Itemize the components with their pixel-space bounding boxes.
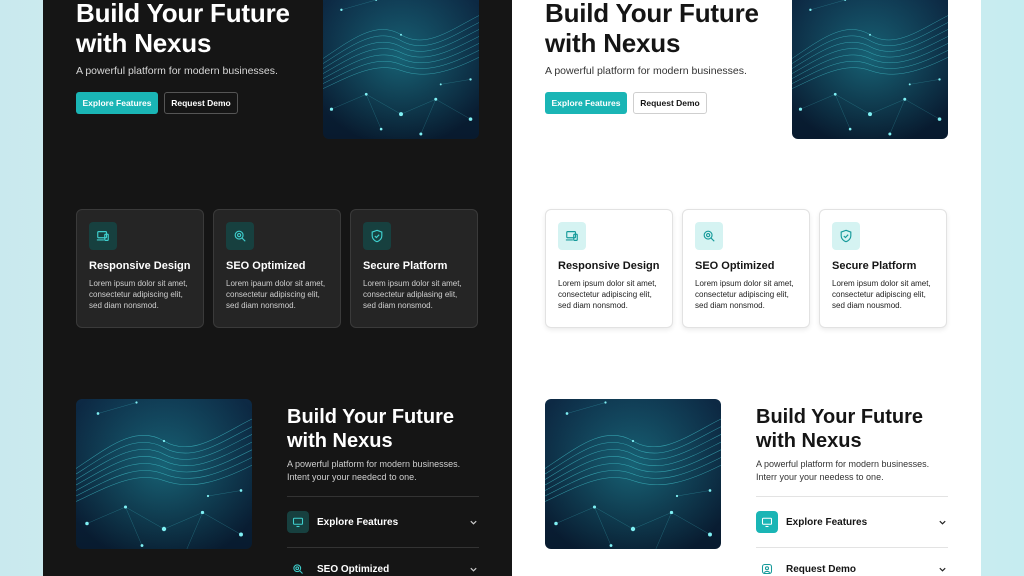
section-title-line2: with Nexus — [287, 430, 393, 452]
search-icon — [226, 222, 254, 250]
feature-card-title: SEO Optimized — [226, 260, 306, 272]
laptop-icon — [89, 222, 117, 250]
feature-card-title: Responsive Design — [558, 260, 660, 272]
accordion-item-seo-optimized[interactable]: SEO Optimized — [287, 557, 479, 576]
feature-card-text: Lorem ipsum dolor sit amet, consectetur … — [89, 279, 188, 310]
chevron-down-icon[interactable] — [936, 516, 948, 528]
feature-card-seo-optimized: SEO Optimized Lorem ipaum dolor sit amet… — [213, 209, 341, 328]
section-title-line1: Build Your Future — [756, 406, 924, 428]
section-network-image — [76, 399, 252, 549]
chevron-down-icon[interactable] — [467, 563, 479, 575]
section-network-image — [545, 399, 721, 549]
section-title-line1: Build Your Future — [287, 406, 455, 428]
user-icon — [756, 558, 778, 576]
feature-card-title: Secure Platform — [363, 260, 448, 272]
monitor-icon — [287, 511, 309, 533]
search-icon — [287, 558, 309, 576]
explore-features-button[interactable]: Explore Features — [545, 92, 627, 114]
accordion-label: Request Demo — [786, 563, 857, 575]
feature-card-text: Lorem ipsum dolor sit amet, consectetur … — [363, 279, 462, 310]
accordion-label: Explore Features — [317, 516, 399, 528]
chevron-down-icon[interactable] — [936, 563, 948, 575]
feature-card-secure-platform: Secure Platform Lorem ipsum dolor sit am… — [819, 209, 947, 328]
feature-card-text: Lorem ipsum dolor sit amet, consectetur … — [558, 279, 657, 310]
feature-card-text: Lorem ipaum dolor sit amet, consectetur … — [226, 279, 326, 310]
hero-title-line1: Build Your Future — [545, 0, 759, 28]
section-title-line2: with Nexus — [756, 430, 862, 452]
feature-card-responsive-design: Responsive Design Lorem ipsum dolor sit … — [76, 209, 204, 328]
divider — [287, 547, 479, 548]
chevron-down-icon[interactable] — [467, 516, 479, 528]
feature-card-text: Lorem ipsum dolor sit amet, consectetur … — [832, 279, 931, 310]
feature-card-title: SEO Optimized — [695, 260, 775, 272]
section-subtitle-line2: Intent your your needecd to one. — [287, 472, 417, 482]
hero-subtitle: A powerful platform for modern businesse… — [76, 65, 278, 77]
hero-subtitle: A powerful platform for modern businesse… — [545, 65, 747, 77]
search-icon — [695, 222, 723, 250]
section-subtitle: A powerful platform for modern businesse… — [756, 458, 956, 484]
laptop-icon — [558, 222, 586, 250]
hero-title: Build Your Future with Nexus — [76, 0, 290, 58]
accordion-item-explore-features[interactable]: Explore Features — [287, 510, 479, 534]
section-subtitle: A powerful platform for modern businesse… — [287, 458, 487, 484]
hero-title-line2: with Nexus — [545, 28, 681, 58]
section-subtitle-line1: A powerful platform for modern businesse… — [756, 459, 930, 469]
feature-card-seo-optimized: SEO Optimized Lorem ipsum dolor sit amet… — [682, 209, 810, 328]
section-subtitle-line1: A powerful platform for modern businesse… — [287, 459, 461, 469]
section-title: Build Your Future with Nexus — [287, 405, 454, 453]
light-theme-preview: Build Your Future with Nexus A powerful … — [512, 0, 981, 576]
accordion-item-explore-features[interactable]: Explore Features — [756, 510, 948, 534]
hero-title-line1: Build Your Future — [76, 0, 290, 28]
divider — [287, 496, 479, 497]
accordion-label: SEO Optimized — [317, 563, 390, 575]
accordion-item-request-demo[interactable]: Request Demo — [756, 557, 948, 576]
feature-card-secure-platform: Secure Platform Lorem ipsum dolor sit am… — [350, 209, 478, 328]
shield-check-icon — [832, 222, 860, 250]
divider — [756, 496, 948, 497]
feature-card-text: Lorem ipsum dolor sit amet, consectetur … — [695, 279, 794, 310]
feature-card-title: Responsive Design — [89, 260, 191, 272]
accordion-label: Explore Features — [786, 516, 868, 528]
explore-features-button[interactable]: Explore Features — [76, 92, 158, 114]
hero-title: Build Your Future with Nexus — [545, 0, 759, 58]
section-subtitle-line2: Interr your your needess to one. — [756, 472, 884, 482]
section-title: Build Your Future with Nexus — [756, 405, 923, 453]
hero-network-image — [323, 0, 479, 139]
hero-title-line2: with Nexus — [76, 28, 212, 58]
feature-card-title: Secure Platform — [832, 260, 917, 272]
monitor-icon — [756, 511, 778, 533]
divider — [756, 547, 948, 548]
hero-network-image — [792, 0, 948, 139]
request-demo-button[interactable]: Request Demo — [633, 92, 707, 114]
dark-theme-preview: Build Your Future with Nexus A powerful … — [43, 0, 512, 576]
feature-card-responsive-design: Responsive Design Lorem ipsum dolor sit … — [545, 209, 673, 328]
shield-check-icon — [363, 222, 391, 250]
request-demo-button[interactable]: Request Demo — [164, 92, 238, 114]
